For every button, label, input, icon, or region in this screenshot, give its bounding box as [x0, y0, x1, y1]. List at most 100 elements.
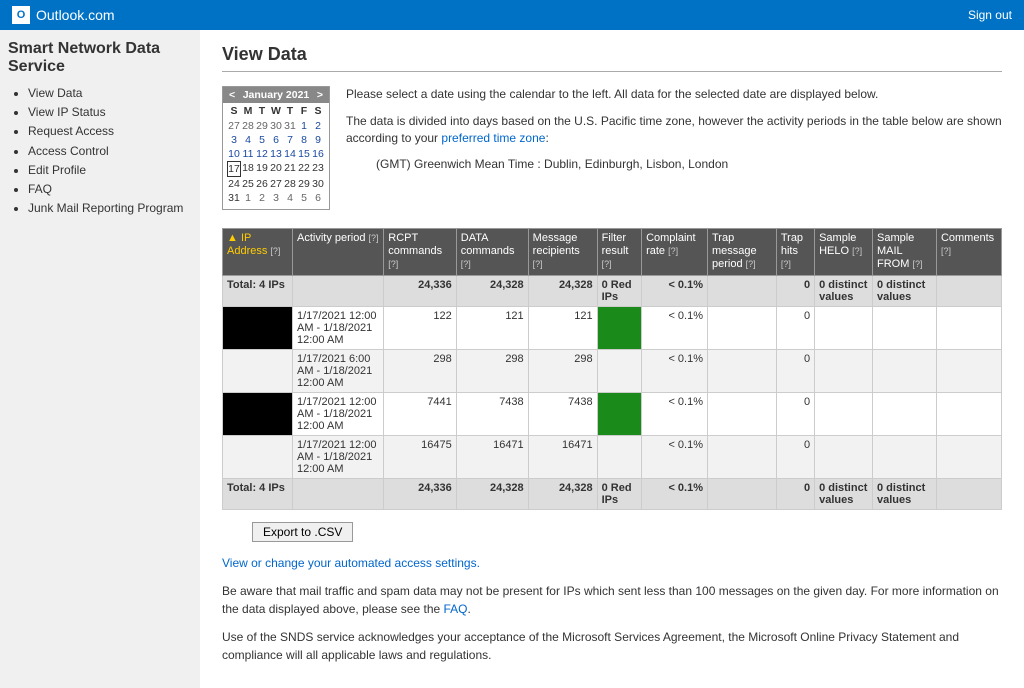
- cal-day[interactable]: 13: [269, 147, 283, 161]
- cal-day[interactable]: 22: [297, 161, 311, 177]
- cal-day[interactable]: 21: [283, 161, 297, 177]
- intro-para-1: Please select a date using the calendar …: [346, 86, 1002, 103]
- cal-day[interactable]: 1: [297, 119, 311, 133]
- cal-day[interactable]: 6: [311, 191, 325, 205]
- cal-day[interactable]: 4: [241, 133, 255, 147]
- filter-green-cell: [597, 435, 641, 478]
- ip-redacted: [223, 306, 293, 349]
- cal-dow-label: T: [283, 105, 297, 117]
- ip-redacted: [223, 435, 293, 478]
- th-filter[interactable]: Filter result [?]: [597, 229, 641, 276]
- cal-day[interactable]: 25: [241, 177, 255, 191]
- cal-day[interactable]: 10: [227, 147, 241, 161]
- cal-month-label: January 2021: [243, 89, 310, 101]
- export-csv-button[interactable]: Export to .CSV: [252, 522, 353, 542]
- cal-day[interactable]: 29: [297, 177, 311, 191]
- cal-dow-label: T: [255, 105, 269, 117]
- cal-day[interactable]: 5: [255, 133, 269, 147]
- sidebar-item-junk-mail-reporting-program[interactable]: Junk Mail Reporting Program: [28, 199, 192, 218]
- th-comments[interactable]: Comments [?]: [936, 229, 1001, 276]
- footer-note-1: Be aware that mail traffic and spam data…: [222, 582, 1002, 618]
- cal-day[interactable]: 28: [241, 119, 255, 133]
- th-trap-period[interactable]: Trap message period [?]: [708, 229, 777, 276]
- th-recip[interactable]: Message recipients [?]: [528, 229, 597, 276]
- th-rcpt[interactable]: RCPT commands [?]: [384, 229, 456, 276]
- signout-link[interactable]: Sign out: [968, 8, 1012, 22]
- th-trap-hits[interactable]: Trap hits [?]: [776, 229, 814, 276]
- cal-dow-label: F: [297, 105, 311, 117]
- th-complaint[interactable]: Complaint rate [?]: [642, 229, 708, 276]
- th-activity[interactable]: Activity period [?]: [293, 229, 384, 276]
- faq-link[interactable]: FAQ: [444, 602, 468, 616]
- intro-text: Please select a date using the calendar …: [346, 86, 1002, 210]
- filter-green-cell: [597, 349, 641, 392]
- main-content: View Data < January 2021 > SMTWTFS 27282…: [200, 30, 1024, 688]
- table-row: 1/17/2021 12:00 AM - 1/18/2021 12:00 AM1…: [223, 306, 1002, 349]
- sidebar-item-faq[interactable]: FAQ: [28, 180, 192, 199]
- th-ip[interactable]: ▲ IP Address [?]: [223, 229, 293, 276]
- table-row: 1/17/2021 6:00 AM - 1/18/2021 12:00 AM29…: [223, 349, 1002, 392]
- cal-day[interactable]: 27: [269, 177, 283, 191]
- top-header: O Outlook.com Sign out: [0, 0, 1024, 30]
- access-settings-link[interactable]: View or change your automated access set…: [222, 556, 480, 570]
- filter-green-cell: [597, 306, 641, 349]
- cal-day[interactable]: 19: [255, 161, 269, 177]
- table-row: 1/17/2021 12:00 AM - 1/18/2021 12:00 AM7…: [223, 392, 1002, 435]
- cal-day[interactable]: 18: [241, 161, 255, 177]
- cal-day[interactable]: 3: [227, 133, 241, 147]
- cal-day[interactable]: 15: [297, 147, 311, 161]
- cal-prev-icon[interactable]: <: [229, 89, 235, 101]
- cal-day[interactable]: 31: [227, 191, 241, 205]
- ip-data-table: ▲ IP Address [?] Activity period [?] RCP…: [222, 228, 1002, 510]
- title-divider: [222, 71, 1002, 72]
- sidebar-item-request-access[interactable]: Request Access: [28, 122, 192, 141]
- cal-day[interactable]: 2: [255, 191, 269, 205]
- cal-day[interactable]: 1: [241, 191, 255, 205]
- th-data[interactable]: DATA commands [?]: [456, 229, 528, 276]
- ip-redacted: [223, 392, 293, 435]
- cal-day[interactable]: 30: [311, 177, 325, 191]
- cal-dow-label: S: [227, 105, 241, 117]
- timezone-link[interactable]: preferred time zone: [441, 131, 545, 145]
- th-mailfrom[interactable]: Sample MAIL FROM [?]: [873, 229, 937, 276]
- sidebar-item-access-control[interactable]: Access Control: [28, 142, 192, 161]
- table-totals-row: Total: 4 IPs24,33624,32824,3280 Red IPs<…: [223, 275, 1002, 306]
- cal-day[interactable]: 27: [227, 119, 241, 133]
- calendar-widget: < January 2021 > SMTWTFS 272829303112345…: [222, 86, 330, 210]
- table-row: 1/17/2021 12:00 AM - 1/18/2021 12:00 AM1…: [223, 435, 1002, 478]
- brand-title: Outlook.com: [36, 7, 115, 23]
- cal-day[interactable]: 9: [311, 133, 325, 147]
- cal-day[interactable]: 24: [227, 177, 241, 191]
- cal-day[interactable]: 4: [283, 191, 297, 205]
- cal-day[interactable]: 7: [283, 133, 297, 147]
- cal-day[interactable]: 28: [283, 177, 297, 191]
- cal-day[interactable]: 2: [311, 119, 325, 133]
- cal-day[interactable]: 3: [269, 191, 283, 205]
- cal-next-icon[interactable]: >: [317, 89, 323, 101]
- cal-day[interactable]: 23: [311, 161, 325, 177]
- ip-redacted: [223, 349, 293, 392]
- filter-green-cell: [597, 392, 641, 435]
- cal-day[interactable]: 31: [283, 119, 297, 133]
- cal-day[interactable]: 14: [283, 147, 297, 161]
- cal-day[interactable]: 17: [227, 161, 241, 177]
- cal-day[interactable]: 30: [269, 119, 283, 133]
- cal-dow-label: M: [241, 105, 255, 117]
- sidebar-item-edit-profile[interactable]: Edit Profile: [28, 161, 192, 180]
- cal-day[interactable]: 11: [241, 147, 255, 161]
- cal-day[interactable]: 20: [269, 161, 283, 177]
- sidebar-item-view-ip-status[interactable]: View IP Status: [28, 103, 192, 122]
- cal-day[interactable]: 5: [297, 191, 311, 205]
- cal-day[interactable]: 8: [297, 133, 311, 147]
- outlook-logo-icon: O: [12, 6, 30, 24]
- sidebar-item-view-data[interactable]: View Data: [28, 84, 192, 103]
- cal-day[interactable]: 29: [255, 119, 269, 133]
- th-helo[interactable]: Sample HELO [?]: [815, 229, 873, 276]
- timezone-value: (GMT) Greenwich Mean Time : Dublin, Edin…: [376, 156, 1002, 173]
- cal-day[interactable]: 6: [269, 133, 283, 147]
- footer-note-2: Use of the SNDS service acknowledges you…: [222, 628, 1002, 664]
- cal-day[interactable]: 16: [311, 147, 325, 161]
- page-title: View Data: [222, 44, 1002, 65]
- cal-day[interactable]: 26: [255, 177, 269, 191]
- cal-day[interactable]: 12: [255, 147, 269, 161]
